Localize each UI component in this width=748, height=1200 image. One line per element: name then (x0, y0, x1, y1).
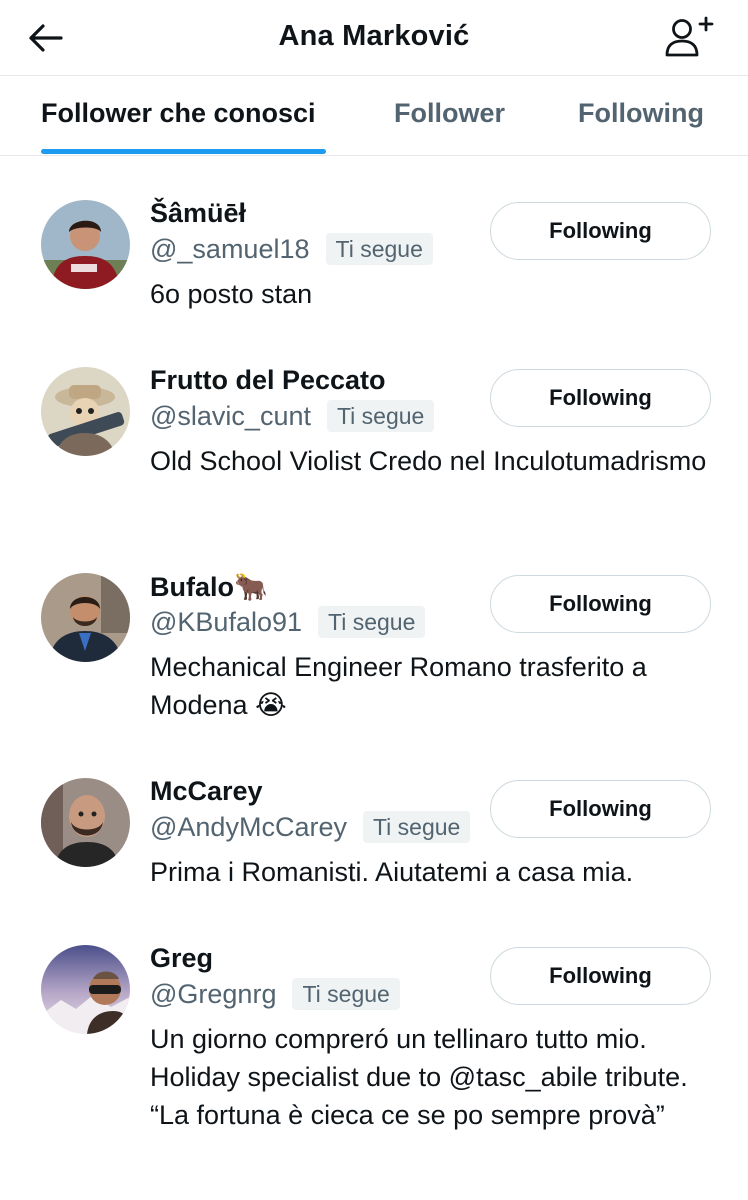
follows-you-badge: Ti segue (292, 978, 400, 1010)
follows-you-badge: Ti segue (318, 606, 426, 638)
tab-bar: Follower che conosci Follower Following (0, 76, 748, 156)
handle-line: @KBufalo91 Ti segue (150, 606, 426, 638)
follows-you-badge: Ti segue (362, 811, 471, 843)
handle-line: @AndyMcCarey Ti segue (150, 811, 471, 843)
user-name: Frutto del Peccato (150, 365, 386, 395)
user-handle: @KBufalo91 (150, 606, 303, 637)
handle-line: @Gregnrg Ti segue (150, 978, 400, 1010)
avatar[interactable] (41, 367, 130, 456)
user-handle: @slavic_cunt (150, 400, 311, 431)
user-handle: @AndyMcCarey (150, 811, 347, 842)
page-title: Ana Marković (278, 20, 470, 52)
avatar[interactable] (41, 573, 130, 662)
following-button[interactable]: Following (490, 947, 711, 1005)
following-button[interactable]: Following (490, 202, 711, 260)
follows-you-badge: Ti segue (326, 400, 435, 432)
following-button[interactable]: Following (490, 575, 711, 633)
add-user-button[interactable] (662, 12, 716, 60)
follows-you-badge: Ti segue (325, 233, 433, 265)
user-bio: Old School Violist Credo nel Inculotumad… (150, 446, 707, 476)
user-bio: 6o posto stan (150, 279, 313, 309)
handle-line: @_samuel18 Ti segue (150, 233, 433, 265)
user-name: McCarey (150, 776, 263, 806)
person-add-icon (665, 16, 714, 57)
user-bio: Un giorno compreró un tellinaro tutto mi… (150, 1024, 688, 1130)
following-button[interactable]: Following (490, 780, 711, 838)
user-handle: @Gregnrg (150, 978, 277, 1009)
avatar[interactable] (41, 778, 130, 867)
avatar[interactable] (41, 200, 130, 289)
user-bio: Prima i Romanisti. Aiutatemi a casa mia. (150, 857, 634, 887)
user-handle: @_samuel18 (150, 233, 310, 264)
tab-follower[interactable]: Follower (394, 98, 505, 129)
user-bio: Mechanical Engineer Romano trasferito a … (150, 652, 647, 720)
user-name: Bufalo🐂 (150, 572, 268, 602)
following-button[interactable]: Following (490, 369, 711, 427)
handle-line: @slavic_cunt Ti segue (150, 400, 435, 432)
tab-following[interactable]: Following (578, 98, 704, 129)
user-name: Šâmüēł (150, 198, 247, 228)
active-tab-indicator (41, 149, 326, 154)
avatar[interactable] (41, 945, 130, 1034)
top-bar: Ana Marković (0, 0, 748, 76)
tab-follower-che-conosci[interactable]: Follower che conosci (41, 98, 316, 129)
user-name: Greg (150, 943, 214, 973)
